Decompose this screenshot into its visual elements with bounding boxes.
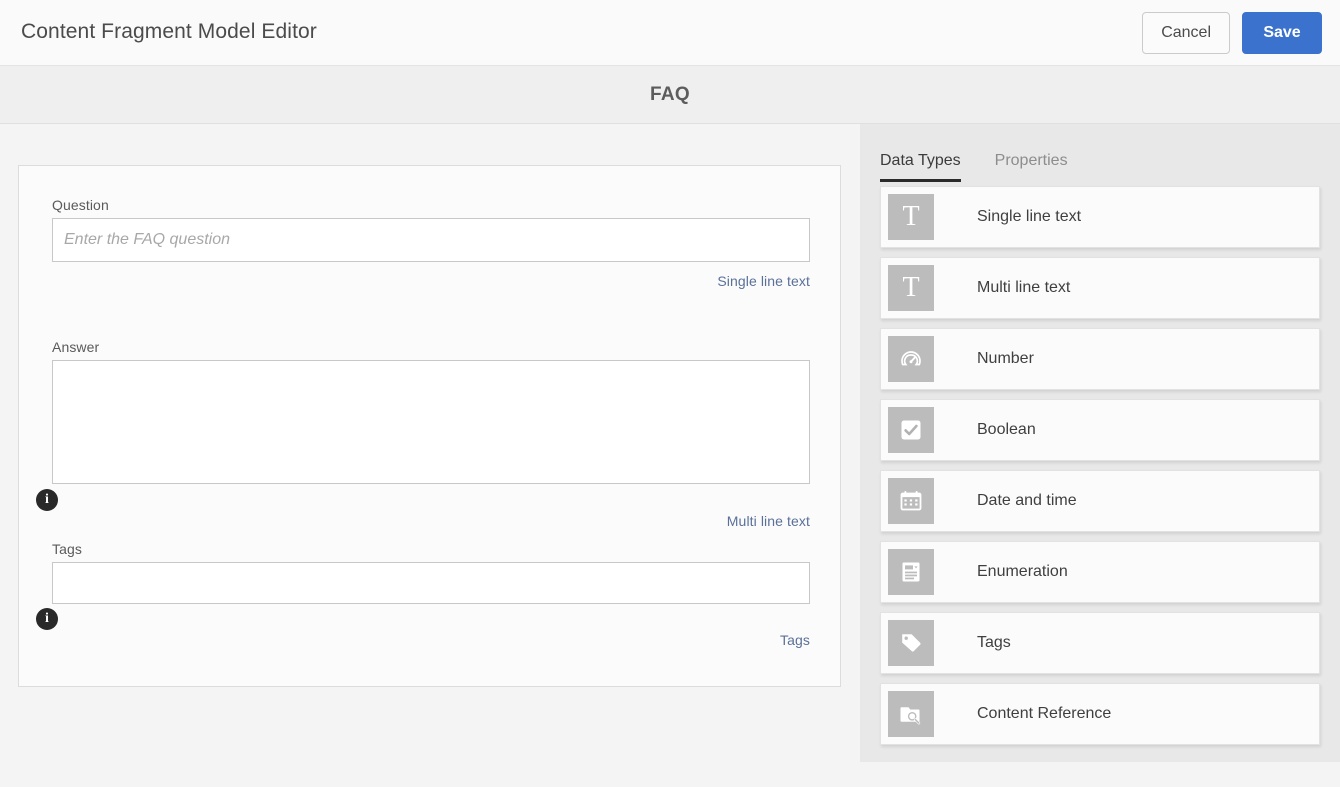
data-type-label: Multi line text [977,279,1071,296]
single-line-text-icon: T [888,194,934,240]
form-field-tags: Tags i Tags [36,541,810,648]
tab-properties[interactable]: Properties [995,152,1068,182]
data-type-label: Enumeration [977,563,1068,580]
checkbox-icon [888,407,934,453]
data-type-item-date-and-time[interactable]: Date and time [880,470,1320,532]
info-icon-tags[interactable]: i [36,608,58,630]
enumeration-list-icon [888,549,934,595]
data-type-item-boolean[interactable]: Boolean [880,399,1320,461]
data-type-item-enumeration[interactable]: Enumeration [880,541,1320,603]
data-type-item-number[interactable]: Number [880,328,1320,390]
gauge-icon [888,336,934,382]
data-type-label: Tags [977,634,1011,651]
folder-search-icon [888,691,934,737]
type-hint-question[interactable]: Single line text [717,273,810,289]
data-type-label: Content Reference [977,705,1112,722]
info-icon-answer[interactable]: i [36,489,58,511]
tags-input[interactable] [52,562,810,604]
model-name-bar: FAQ [0,66,1340,124]
field-label-tags: Tags [52,541,82,557]
data-type-item-single-line-text[interactable]: T Single line text [880,186,1320,248]
cancel-button[interactable]: Cancel [1142,12,1230,54]
top-bar: Content Fragment Model Editor Cancel Sav… [0,0,1340,66]
top-bar-actions: Cancel Save [1142,12,1322,54]
right-rail: Data Types Properties T Single line text… [860,124,1340,762]
form-field-answer: Answer i Multi line text [36,339,810,529]
calendar-icon [888,478,934,524]
form-field-question: Question Single line text [52,197,810,289]
data-type-item-tags[interactable]: Tags [880,612,1320,674]
field-label-answer: Answer [52,339,100,355]
tab-data-types[interactable]: Data Types [880,152,961,182]
data-type-item-content-reference[interactable]: Content Reference [880,683,1320,745]
model-name: FAQ [650,83,690,105]
type-hint-tags[interactable]: Tags [780,632,810,648]
answer-textarea[interactable] [52,360,810,484]
data-type-item-multi-line-text[interactable]: T Multi line text [880,257,1320,319]
question-input[interactable] [52,218,810,262]
data-type-label: Boolean [977,421,1036,438]
page-title: Content Fragment Model Editor [21,20,317,43]
field-form-card: Question Single line text Answer i Multi… [18,165,841,687]
tag-icon [888,620,934,666]
data-type-label: Single line text [977,208,1082,225]
rail-tab-strip: Data Types Properties [880,138,1068,182]
multi-line-text-icon: T [888,265,934,311]
data-type-list: T Single line text T Multi line text Num… [880,186,1320,754]
field-label-question: Question [52,197,109,213]
save-button[interactable]: Save [1242,12,1322,54]
work-area: Question Single line text Answer i Multi… [0,124,1340,787]
data-type-label: Number [977,350,1034,367]
type-hint-answer[interactable]: Multi line text [727,513,810,529]
data-type-label: Date and time [977,492,1077,509]
model-canvas: Question Single line text Answer i Multi… [0,124,860,787]
